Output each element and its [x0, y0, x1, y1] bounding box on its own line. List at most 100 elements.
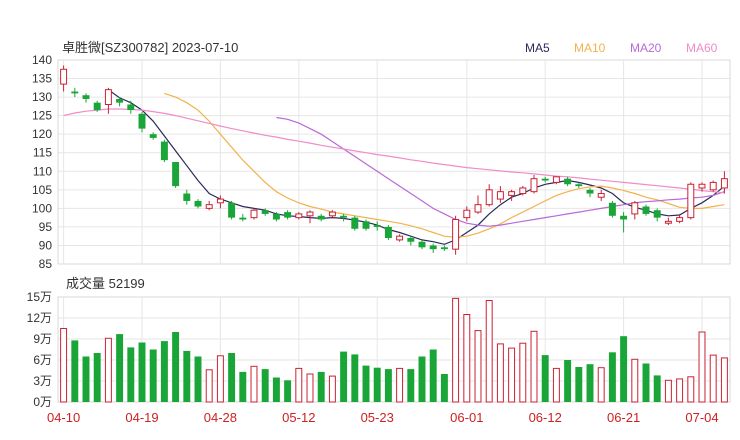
volume-bar: [597, 367, 605, 403]
price-tick-label: 115: [33, 146, 52, 160]
candle: [709, 180, 717, 192]
price-y-axis: 140 135 130 125 120 115 110 105 100 95 90 85: [32, 53, 52, 271]
candle-body: [71, 91, 79, 94]
price-tick-label: 120: [32, 127, 52, 141]
volume-bar: [418, 356, 426, 402]
volume-bar: [149, 349, 157, 402]
volume-bar: [261, 369, 269, 402]
candle: [104, 87, 112, 114]
candle: [127, 100, 135, 114]
candle: [216, 195, 224, 209]
candle-body: [653, 210, 661, 218]
candle: [295, 212, 303, 220]
candle: [183, 189, 191, 205]
candle: [653, 208, 661, 222]
price-tick-label: 140: [32, 53, 52, 67]
candle: [396, 234, 404, 242]
candle: [564, 176, 572, 187]
candle-body: [597, 193, 605, 198]
candle: [530, 174, 538, 194]
volume-bar: [709, 354, 717, 403]
volume-bar: [373, 367, 381, 402]
candle-body: [496, 191, 504, 200]
candle-body: [575, 184, 583, 187]
x-tick-label: 05-23: [361, 410, 394, 425]
candles: [60, 65, 728, 255]
volume-bar: [642, 363, 650, 402]
candle-body: [642, 206, 650, 214]
legend-ma60: MA60: [686, 41, 718, 55]
price-tick-label: 95: [39, 220, 53, 234]
stock-chart-panel: 卓胜微[SZ300782] 2023-07-10 MA5 MA10 MA20 M…: [0, 0, 740, 440]
candle: [519, 186, 527, 196]
candle-body: [452, 218, 460, 250]
volume-bar: [631, 358, 639, 403]
candle: [485, 184, 493, 207]
candle-body: [608, 202, 616, 216]
volume-tick-label: 12万: [27, 311, 52, 325]
volume-bar: [306, 373, 314, 403]
volume-bar: [620, 336, 628, 402]
candle: [149, 132, 157, 140]
candle-body: [272, 213, 280, 220]
candle-body: [172, 162, 180, 187]
volume-bar: [608, 352, 616, 402]
x-tick-label: 06-01: [450, 410, 483, 425]
candle-body: [351, 217, 359, 229]
candle-body: [519, 187, 527, 195]
ma-legend: MA5 MA10 MA20 MA60: [525, 41, 718, 55]
candle-body: [676, 217, 684, 222]
volume-bar: [71, 340, 79, 402]
volume-bar: [138, 342, 146, 402]
x-tick-label: 04-28: [204, 410, 237, 425]
price-tick-label: 130: [32, 90, 52, 104]
volume-bar: [463, 314, 471, 403]
volume-bar: [687, 376, 695, 403]
candle-body: [127, 104, 135, 111]
volume-bar: [440, 374, 448, 402]
candle-body: [485, 189, 493, 206]
ma-lines: [63, 89, 725, 245]
price-tick-label: 135: [32, 72, 52, 86]
candle-body: [687, 183, 695, 219]
volume-bar: [429, 349, 437, 402]
candle-body: [720, 178, 728, 189]
volume-tick-label: 0万: [33, 395, 52, 409]
candle: [642, 204, 650, 216]
candle-body: [373, 225, 381, 227]
candle-body: [261, 210, 269, 214]
candle-body: [586, 189, 594, 194]
candle-body: [138, 113, 146, 129]
volume-bar: [116, 334, 124, 402]
volume-tick-label: 3万: [33, 374, 52, 388]
candle-body: [149, 134, 157, 138]
volume-bar: [452, 297, 460, 403]
candle-body: [82, 95, 90, 99]
candle: [687, 182, 695, 220]
legend-ma10: MA10: [574, 41, 606, 55]
candle: [71, 87, 79, 98]
price-frame: [57, 59, 731, 265]
candle-body: [530, 178, 538, 193]
ma-line-ma10: [164, 92, 725, 238]
volume-bar: [653, 375, 661, 402]
price-chart-title: 卓胜微[SZ300782] 2023-07-10: [62, 40, 238, 55]
candle-body: [396, 235, 404, 241]
volume-bar: [295, 367, 303, 403]
candle: [250, 208, 258, 220]
candle-body: [205, 204, 213, 209]
candle-body: [474, 204, 482, 213]
volume-bar: [552, 367, 560, 403]
volume-bar: [485, 300, 493, 403]
volume-bar: [530, 330, 538, 403]
candle: [664, 217, 672, 226]
volume-bar: [216, 355, 224, 403]
volume-bar: [93, 353, 101, 402]
candle-body: [552, 176, 560, 183]
volume-bar: [194, 356, 202, 402]
volume-tick-label: 9万: [33, 332, 52, 346]
volume-bar: [317, 371, 325, 402]
candle-body: [463, 209, 471, 219]
volume-bar: [340, 351, 348, 402]
volume-tick-label: 15万: [27, 290, 52, 304]
